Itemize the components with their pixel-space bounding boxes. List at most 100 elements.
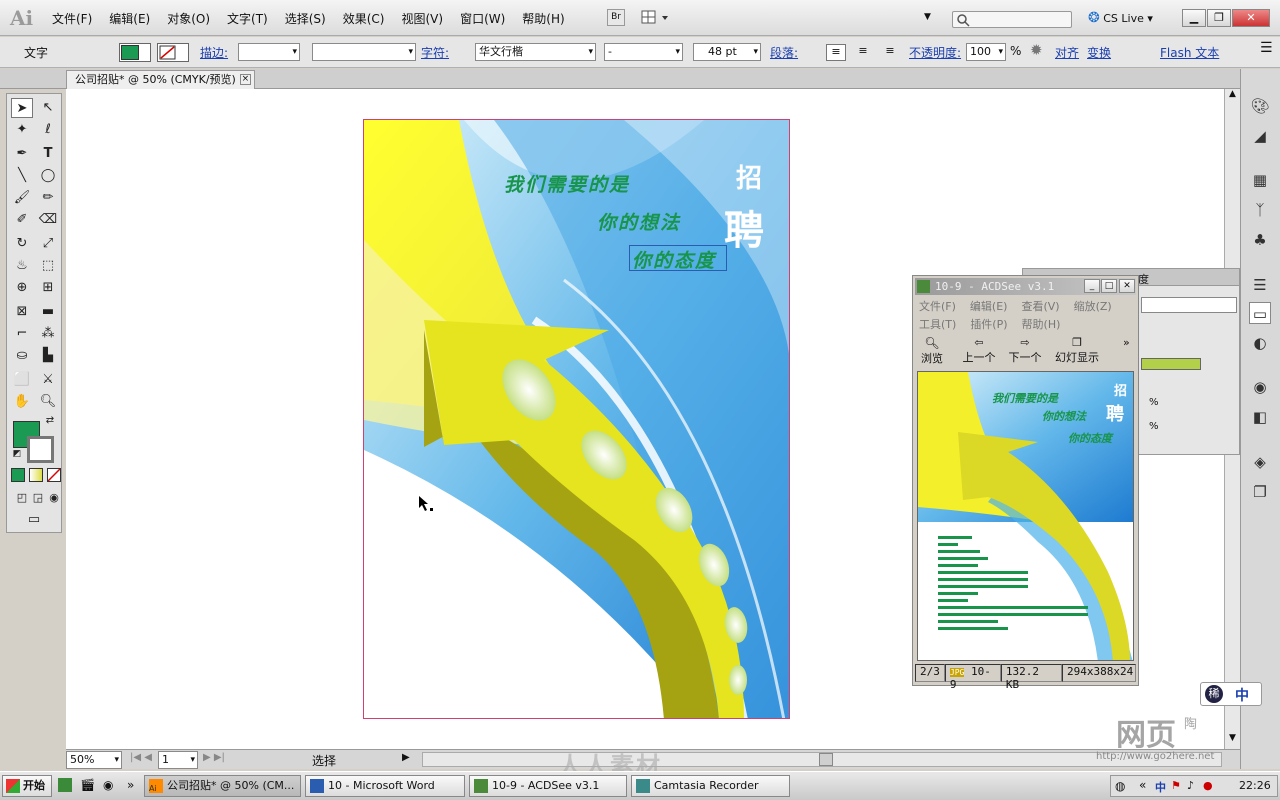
menu-effect[interactable]: 效果(C)	[343, 10, 385, 27]
draw-inside-icon[interactable]: ◉	[43, 488, 65, 508]
start-button[interactable]: 开始	[2, 775, 52, 797]
task-illustrator[interactable]: Ai 公司招贴* @ 50% (CM...	[144, 775, 301, 797]
character-link[interactable]: 字符:	[421, 44, 449, 61]
task-acdsee[interactable]: 10-9 - ACDSee v3.1	[469, 775, 627, 797]
ellipse-tool-icon[interactable]: ◯	[37, 166, 59, 186]
ime-toolbar[interactable]: 稀 中	[1200, 682, 1262, 706]
paragraph-link[interactable]: 段落:	[770, 44, 798, 61]
stroke-swatch[interactable]	[27, 436, 54, 463]
tray-expand-icon[interactable]: «	[1139, 778, 1146, 792]
menu-help[interactable]: 帮助(H)	[522, 10, 564, 27]
ime-mode[interactable]: 中	[1235, 685, 1249, 705]
acdsee-minimize-button[interactable]: _	[1084, 279, 1100, 293]
mesh-tool-icon[interactable]: ⊠	[11, 302, 33, 322]
stroke-color-picker[interactable]	[157, 43, 189, 62]
font-style-select[interactable]: -	[604, 43, 683, 61]
gradient-tool-icon[interactable]: ▬	[37, 302, 59, 322]
color-mode-icon[interactable]	[11, 468, 25, 482]
arrange-documents-button[interactable]	[640, 9, 672, 26]
appearance-panel-icon[interactable]: ◉	[1249, 376, 1271, 398]
stroke-weight-field[interactable]	[238, 43, 300, 61]
quicklaunch-player-icon[interactable]: ◉	[103, 778, 113, 792]
layers-panel-icon[interactable]: ◈	[1249, 451, 1271, 473]
close-button[interactable]: ✕	[1232, 9, 1270, 27]
first-page-icon[interactable]: |◀ ◀	[130, 752, 152, 763]
scale-tool-icon[interactable]: ⤢	[37, 234, 59, 254]
menu-view[interactable]: 视图(V)	[401, 10, 443, 27]
gradient-type-select[interactable]	[1141, 297, 1237, 313]
acd-menu-help[interactable]: 帮助(H)	[1022, 316, 1061, 332]
recolor-icon[interactable]: ✹	[1030, 41, 1043, 59]
search-dropdown-icon[interactable]: ▼	[924, 12, 931, 22]
color-panel-icon[interactable]: 🎨︎	[1249, 95, 1271, 117]
align-left-icon[interactable]: ≡	[826, 44, 846, 61]
scroll-up-icon[interactable]: ▲	[1225, 89, 1240, 105]
menu-edit[interactable]: 编辑(E)	[109, 10, 150, 27]
scroll-down-icon[interactable]: ▼	[1225, 733, 1240, 749]
warp-tool-icon[interactable]: ♨	[11, 256, 33, 276]
pen-tool-icon[interactable]: ✒	[11, 144, 33, 164]
hand-tool-icon[interactable]: ✋	[11, 392, 33, 412]
acdsee-maximize-button[interactable]: □	[1101, 279, 1117, 293]
brush-field[interactable]	[312, 43, 416, 61]
zoom-tool-icon[interactable]: 🔍︎	[37, 392, 59, 412]
acd-menu-plugins[interactable]: 插件(P)	[970, 316, 1007, 332]
brushes-panel-icon[interactable]: ᛉ	[1249, 199, 1271, 221]
restore-button[interactable]: ❐	[1207, 9, 1231, 27]
acd-menu-zoom[interactable]: 缩放(Z)	[1074, 298, 1112, 314]
artboard-tool-icon[interactable]: ⬜	[11, 370, 33, 390]
perspective-grid-tool-icon[interactable]: ⊞	[37, 278, 59, 298]
stroke-panel-icon[interactable]: ☰	[1249, 274, 1271, 296]
quicklaunch-app-icon[interactable]	[58, 778, 72, 792]
transform-link[interactable]: 变换	[1087, 44, 1111, 61]
blob-brush-tool-icon[interactable]: ✐	[11, 210, 33, 230]
search-input[interactable]	[952, 11, 1072, 28]
tray-lang-icon[interactable]: 中	[1155, 779, 1166, 795]
acd-menu-file[interactable]: 文件(F)	[919, 298, 956, 314]
magic-wand-tool-icon[interactable]: ✦	[11, 120, 33, 140]
acd-more-icon[interactable]: »	[1123, 336, 1130, 349]
gradient-slider[interactable]	[1141, 358, 1201, 370]
paintbrush-tool-icon[interactable]: 🖌	[11, 188, 33, 208]
align-right-icon[interactable]: ≡	[880, 44, 900, 61]
align-link[interactable]: 对齐	[1055, 44, 1079, 61]
last-page-icon[interactable]: ▶ ▶|	[203, 752, 225, 763]
gradient-mode-icon[interactable]	[29, 468, 43, 482]
none-mode-icon[interactable]	[47, 468, 61, 482]
lasso-tool-icon[interactable]: ℓ	[37, 120, 59, 140]
swap-colors-icon[interactable]: ⇄	[43, 414, 57, 428]
eyedropper-tool-icon[interactable]: ⌐	[11, 324, 33, 344]
direct-selection-tool-icon[interactable]: ↖	[37, 98, 59, 118]
gradient-panel-icon[interactable]: ▭	[1249, 302, 1271, 324]
document-tab[interactable]: 公司招贴* @ 50% (CMYK/预览) ×	[66, 70, 255, 89]
task-camtasia[interactable]: Camtasia Recorder	[631, 775, 790, 797]
hscroll-thumb[interactable]	[819, 753, 833, 766]
acd-image-view[interactable]: 我们需要的是 你的想法 你的态度 招 聘	[917, 371, 1134, 661]
status-menu-icon[interactable]: ▶	[402, 752, 410, 763]
line-tool-icon[interactable]: ╲	[11, 166, 33, 186]
acd-slideshow-button[interactable]: ❐ 幻灯显示	[1051, 336, 1103, 366]
acdsee-close-button[interactable]: ✕	[1119, 279, 1135, 293]
swatches-panel-icon[interactable]: ▦	[1249, 169, 1271, 191]
menu-file[interactable]: 文件(F)	[52, 10, 92, 27]
menu-window[interactable]: 窗口(W)	[460, 10, 505, 27]
opacity-field[interactable]: 100	[966, 43, 1006, 61]
cs-live-button[interactable]: ❂ CS Live ▾	[1088, 10, 1153, 26]
opacity-link[interactable]: 不透明度:	[909, 44, 961, 61]
selection-tool-icon[interactable]: ➤	[11, 98, 33, 118]
tray-ime-icon[interactable]: ◍	[1115, 779, 1125, 793]
close-tab-icon[interactable]: ×	[239, 74, 251, 85]
default-colors-icon[interactable]: ◩	[11, 448, 23, 460]
font-size-field[interactable]: 48 pt	[693, 43, 761, 61]
task-word[interactable]: 10 - Microsoft Word	[305, 775, 465, 797]
panel-tab-label[interactable]: 度	[1138, 271, 1149, 287]
fill-color-picker[interactable]	[119, 43, 151, 62]
zoom-select[interactable]: 50%	[66, 751, 122, 769]
pencil-tool-icon[interactable]: ✏	[37, 188, 59, 208]
menu-select[interactable]: 选择(S)	[285, 10, 326, 27]
minimize-button[interactable]: ▁	[1182, 9, 1206, 27]
color-guide-icon[interactable]: ◢	[1249, 125, 1271, 147]
shape-builder-tool-icon[interactable]: ⊕	[11, 278, 33, 298]
slice-tool-icon[interactable]: ⚔	[37, 370, 59, 390]
eraser-tool-icon[interactable]: ⌫	[37, 210, 59, 230]
